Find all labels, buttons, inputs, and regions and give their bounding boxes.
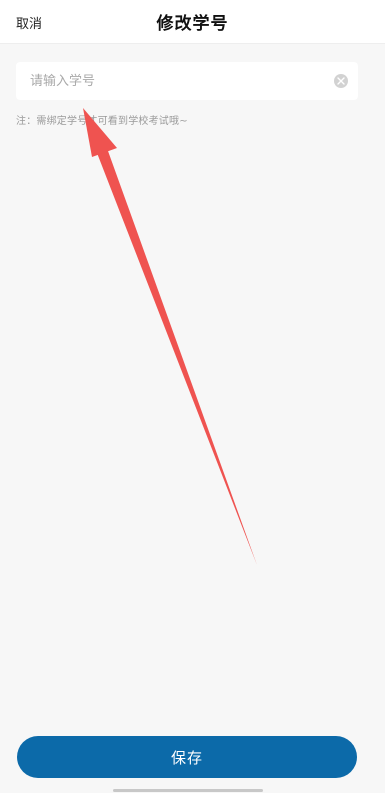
top-nav-bar: 取消 修改学号 — [0, 0, 385, 44]
home-indicator[interactable] — [113, 789, 263, 792]
clear-circle-icon[interactable] — [334, 74, 348, 88]
page-title: 修改学号 — [156, 14, 229, 34]
cancel-button[interactable]: 取消 — [16, 13, 42, 32]
clear-x-glyph — [337, 77, 345, 85]
student-id-input[interactable] — [28, 72, 334, 90]
edit-student-id-screen: 取消 修改学号 注：需绑定学号才可看到学校考试哦~ 保存 — [0, 0, 385, 793]
annotation-arrow-shaft — [97, 151, 257, 565]
student-id-note: 注：需绑定学号才可看到学校考试哦~ — [16, 116, 188, 127]
save-button[interactable]: 保存 — [17, 736, 357, 778]
student-id-field-container — [16, 62, 358, 100]
